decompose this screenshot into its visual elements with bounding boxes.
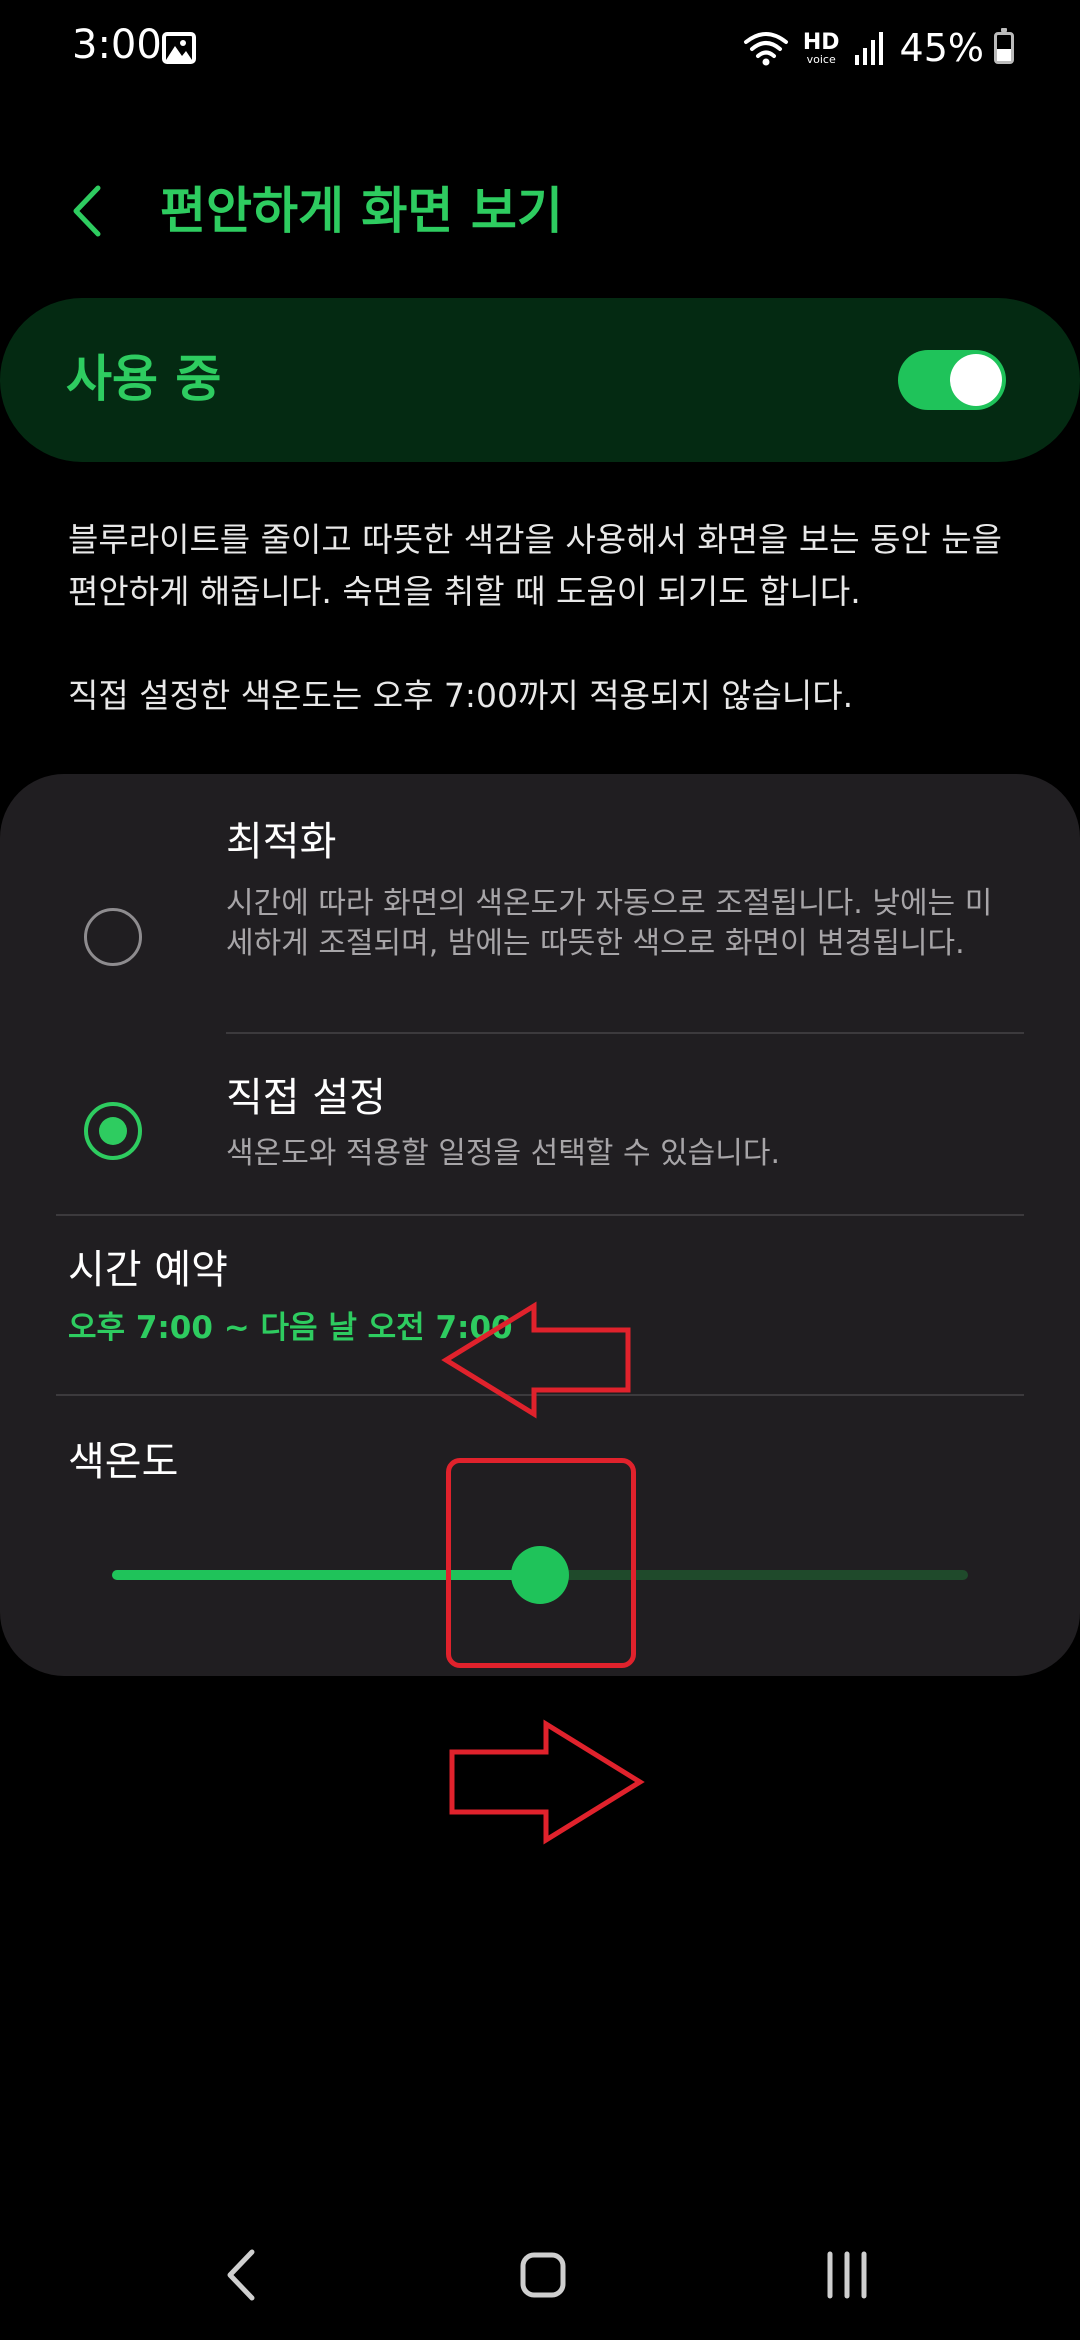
divider [56, 1214, 1024, 1216]
status-bar: 3:00 HD voice 45% [0, 0, 1080, 96]
switch-knob [950, 354, 1002, 406]
battery-percent: 45% [899, 26, 984, 70]
nav-home-icon [520, 2252, 566, 2298]
wifi-icon [743, 30, 789, 66]
chevron-left-icon [73, 185, 101, 237]
battery-icon [994, 28, 1014, 64]
settings-card: 최적화 시간에 따라 화면의 색온도가 자동으로 조절됩니다. 낮에는 미세하게… [0, 774, 1080, 1676]
slider-thumb[interactable] [511, 1546, 569, 1604]
option-title: 최적화 [226, 819, 337, 865]
gallery-notification-icon [162, 32, 196, 64]
option-description: 색온도와 적용할 일정을 선택할 수 있습니다. [226, 1136, 781, 1171]
nav-home-button[interactable] [498, 2230, 588, 2320]
back-button[interactable] [60, 176, 120, 246]
nav-back-button[interactable] [198, 2230, 288, 2320]
signal-icon [854, 31, 886, 65]
status-time: 3:00 [72, 22, 162, 68]
page-title: 편안하게 화면 보기 [160, 182, 563, 240]
nav-recents-button[interactable] [802, 2230, 892, 2320]
custom-radio[interactable] [84, 1102, 142, 1160]
nav-back-icon [227, 2249, 255, 2301]
color-temperature-title: 색온도 [68, 1439, 179, 1485]
schedule-row[interactable]: 시간 예약 오후 7:00 ~ 다음 날 오전 7:00 [0, 1230, 1080, 1390]
hd-voice-icon: HD voice [802, 29, 840, 66]
schedule-title: 시간 예약 [68, 1247, 228, 1293]
hd-label: HD [802, 29, 840, 55]
master-toggle-switch[interactable] [898, 350, 1006, 410]
radio-selected-dot [99, 1117, 127, 1145]
optimize-radio[interactable] [84, 908, 142, 966]
nav-recents-icon [827, 2251, 867, 2299]
color-temperature-slider[interactable] [112, 1544, 968, 1604]
divider [56, 1394, 1024, 1396]
annotation-right-arrow [449, 1719, 645, 1845]
divider [226, 1032, 1024, 1034]
navigation-bar [0, 2230, 1080, 2320]
master-toggle-label: 사용 중 [66, 350, 222, 408]
feature-description: 블루라이트를 줄이고 따뜻한 색감을 사용해서 화면을 보는 동안 눈을 편안하… [68, 520, 1002, 611]
option-custom[interactable]: 직접 설정 색온도와 적용할 일정을 선택할 수 있습니다. [0, 1070, 1080, 1190]
option-description: 시간에 따라 화면의 색온도가 자동으로 조절됩니다. 낮에는 미세하게 조절되… [226, 886, 993, 961]
option-optimize[interactable]: 최적화 시간에 따라 화면의 색온도가 자동으로 조절됩니다. 낮에는 미세하게… [0, 814, 1080, 1050]
master-toggle-row[interactable]: 사용 중 [0, 298, 1080, 462]
schedule-note: 직접 설정한 색온도는 오후 7:00까지 적용되지 않습니다. [68, 676, 854, 715]
slider-fill [112, 1570, 540, 1580]
option-title: 직접 설정 [226, 1075, 386, 1121]
schedule-value: 오후 7:00 ~ 다음 날 오전 7:00 [68, 1310, 513, 1346]
voice-label: voice [806, 52, 836, 66]
status-indicators: HD voice 45% [743, 22, 1014, 74]
